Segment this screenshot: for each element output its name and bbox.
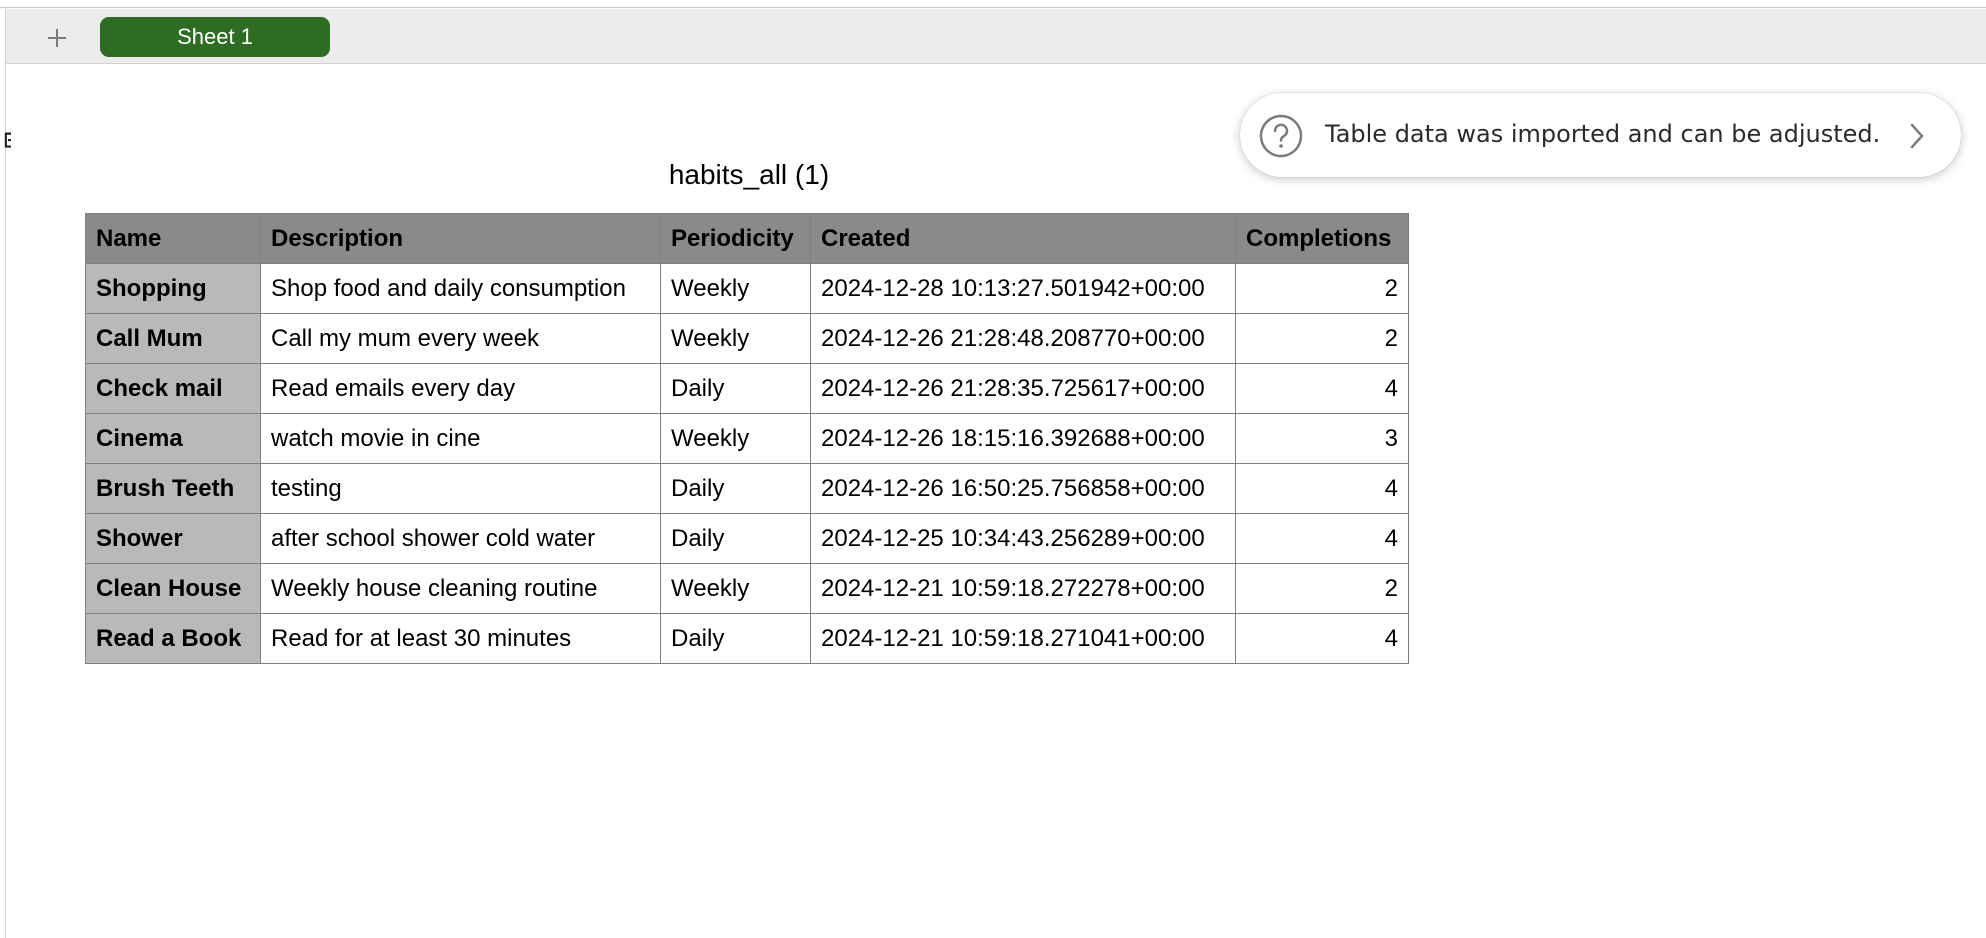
cell-completions[interactable]: 4 xyxy=(1235,363,1409,414)
cell-completions[interactable]: 2 xyxy=(1235,313,1409,364)
cell-name[interactable]: Read a Book xyxy=(85,613,261,664)
cell-description[interactable]: Read emails every day xyxy=(260,363,661,414)
cell-created[interactable]: 2024-12-21 10:59:18.272278+00:00 xyxy=(810,563,1236,614)
cell-periodicity[interactable]: Weekly xyxy=(660,563,811,614)
cell-name[interactable]: Check mail xyxy=(85,363,261,414)
table-row: Shower after school shower cold water Da… xyxy=(85,513,1409,564)
cell-name[interactable]: Clean House xyxy=(85,563,261,614)
cell-created[interactable]: 2024-12-28 10:13:27.501942+00:00 xyxy=(810,263,1236,314)
column-header-created[interactable]: Created xyxy=(810,213,1236,264)
spreadsheet-window: Sheet 1 ⊞ habits_all (1) Name Descriptio… xyxy=(0,0,1986,938)
cell-completions[interactable]: 4 xyxy=(1235,613,1409,664)
import-notification[interactable]: Table data was imported and can be adjus… xyxy=(1240,93,1961,177)
cell-name[interactable]: Shower xyxy=(85,513,261,564)
column-header-periodicity[interactable]: Periodicity xyxy=(660,213,811,264)
cell-periodicity[interactable]: Daily xyxy=(660,513,811,564)
cell-name[interactable]: Brush Teeth xyxy=(85,463,261,514)
cell-completions[interactable]: 4 xyxy=(1235,463,1409,514)
cell-periodicity[interactable]: Weekly xyxy=(660,413,811,464)
cell-created[interactable]: 2024-12-26 16:50:25.756858+00:00 xyxy=(810,463,1236,514)
cell-name[interactable]: Cinema xyxy=(85,413,261,464)
table-header-row: Name Description Periodicity Created Com… xyxy=(85,213,1409,264)
data-table[interactable]: Name Description Periodicity Created Com… xyxy=(85,213,1409,664)
cell-periodicity[interactable]: Daily xyxy=(660,363,811,414)
sheet-canvas[interactable]: ⊞ habits_all (1) Name Description Period… xyxy=(3,65,1986,938)
cell-periodicity[interactable]: Daily xyxy=(660,463,811,514)
sheet-tab-bar: Sheet 1 xyxy=(6,9,1986,64)
table-row: Check mail Read emails every day Daily 2… xyxy=(85,363,1409,414)
table-title[interactable]: habits_all (1) xyxy=(85,159,1413,191)
notification-text: Table data was imported and can be adjus… xyxy=(1325,120,1881,148)
table-row: Clean House Weekly house cleaning routin… xyxy=(85,563,1409,614)
cell-completions[interactable]: 2 xyxy=(1235,563,1409,614)
cell-created[interactable]: 2024-12-21 10:59:18.271041+00:00 xyxy=(810,613,1236,664)
cell-description[interactable]: watch movie in cine xyxy=(260,413,661,464)
table-row: Brush Teeth testing Daily 2024-12-26 16:… xyxy=(85,463,1409,514)
window-top-edge xyxy=(0,0,1986,8)
column-header-description[interactable]: Description xyxy=(260,213,661,264)
cell-description[interactable]: Shop food and daily consumption xyxy=(260,263,661,314)
chevron-right-icon[interactable] xyxy=(1907,122,1927,150)
question-circle-icon[interactable] xyxy=(1258,113,1304,159)
cell-name[interactable]: Shopping xyxy=(85,263,261,314)
cell-name[interactable]: Call Mum xyxy=(85,313,261,364)
cell-description[interactable]: after school shower cold water xyxy=(260,513,661,564)
cell-created[interactable]: 2024-12-25 10:34:43.256289+00:00 xyxy=(810,513,1236,564)
cell-description[interactable]: testing xyxy=(260,463,661,514)
cell-completions[interactable]: 4 xyxy=(1235,513,1409,564)
column-header-completions[interactable]: Completions xyxy=(1235,213,1409,264)
table-row: Read a Book Read for at least 30 minutes… xyxy=(85,613,1409,664)
sheet-tab[interactable]: Sheet 1 xyxy=(100,17,330,57)
cell-created[interactable]: 2024-12-26 21:28:35.725617+00:00 xyxy=(810,363,1236,414)
cell-periodicity[interactable]: Weekly xyxy=(660,313,811,364)
cell-description[interactable]: Call my mum every week xyxy=(260,313,661,364)
table-row: Shopping Shop food and daily consumption… xyxy=(85,263,1409,314)
cell-description[interactable]: Read for at least 30 minutes xyxy=(260,613,661,664)
add-sheet-button[interactable] xyxy=(40,21,74,55)
cell-created[interactable]: 2024-12-26 18:15:16.392688+00:00 xyxy=(810,413,1236,464)
cell-completions[interactable]: 2 xyxy=(1235,263,1409,314)
cell-completions[interactable]: 3 xyxy=(1235,413,1409,464)
table-row: Call Mum Call my mum every week Weekly 2… xyxy=(85,313,1409,364)
cell-periodicity[interactable]: Daily xyxy=(660,613,811,664)
plus-icon xyxy=(48,29,66,47)
table-row: Cinema watch movie in cine Weekly 2024-1… xyxy=(85,413,1409,464)
column-header-name[interactable]: Name xyxy=(85,213,261,264)
cell-description[interactable]: Weekly house cleaning routine xyxy=(260,563,661,614)
cell-periodicity[interactable]: Weekly xyxy=(660,263,811,314)
cropped-sidebar-icon: ⊞ xyxy=(3,128,11,153)
cell-created[interactable]: 2024-12-26 21:28:48.208770+00:00 xyxy=(810,313,1236,364)
